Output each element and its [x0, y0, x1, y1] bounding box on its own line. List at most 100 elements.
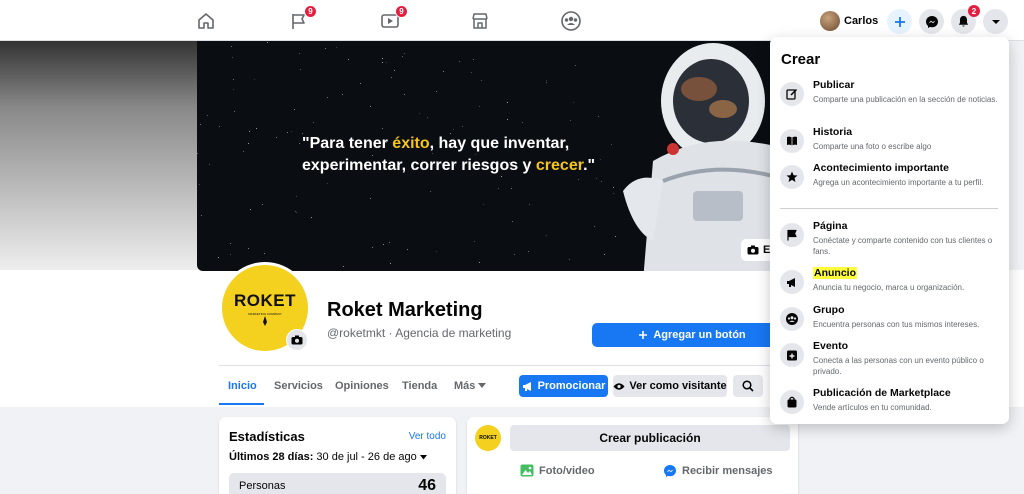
star-icon	[780, 165, 804, 189]
see-all-link[interactable]: Ver todo	[409, 431, 446, 442]
star	[312, 122, 314, 124]
account-menu-button[interactable]	[983, 9, 1008, 34]
cover-photo[interactable]: "Para tener éxito, hay que inventar, exp…	[197, 41, 803, 271]
active-tab-indicator	[219, 403, 264, 405]
star	[293, 109, 295, 111]
add-button-button[interactable]: Agregar un botón	[592, 323, 792, 347]
create-menu: Crear Publicar Comparte una publicación …	[770, 37, 1009, 424]
photo-video-button[interactable]: Foto/video	[520, 464, 595, 477]
star	[230, 254, 232, 256]
star	[300, 69, 302, 71]
star	[512, 220, 514, 222]
star	[369, 106, 371, 108]
star	[545, 79, 547, 81]
star	[249, 130, 251, 132]
star	[473, 58, 475, 60]
search-icon	[742, 380, 754, 392]
promote-button[interactable]: Promocionar	[519, 375, 608, 397]
marketplace-icon[interactable]	[467, 8, 493, 34]
tab-mas[interactable]: Más	[454, 380, 487, 392]
star	[276, 137, 278, 139]
bell-icon	[958, 15, 969, 27]
camera-icon	[291, 335, 303, 345]
groups-icon[interactable]	[558, 8, 584, 34]
search-page-button[interactable]	[733, 375, 763, 397]
star	[598, 115, 600, 117]
create-menu-title: Crear	[781, 51, 821, 68]
bag-icon	[780, 390, 804, 414]
page-title[interactable]: Roket Marketing	[327, 299, 483, 322]
messenger-icon	[925, 15, 938, 28]
star	[360, 83, 362, 85]
star	[570, 120, 572, 122]
star	[342, 265, 344, 267]
star	[391, 77, 393, 78]
watch-icon[interactable]: 9	[377, 5, 408, 34]
flag-badge: 9	[304, 5, 317, 18]
star	[197, 153, 199, 155]
star	[247, 247, 249, 249]
star	[326, 96, 328, 98]
update-profile-picture-button[interactable]	[286, 329, 308, 351]
star	[199, 123, 201, 125]
star	[573, 101, 575, 103]
star	[381, 127, 383, 129]
star	[545, 82, 547, 84]
plus-icon	[894, 16, 905, 27]
star	[372, 246, 374, 248]
create-post-button[interactable]: Crear publicación	[510, 425, 790, 451]
tab-inicio[interactable]: Inicio	[228, 380, 257, 392]
star	[198, 183, 200, 185]
get-messages-button[interactable]: Recibir mensajes	[663, 464, 773, 478]
star	[453, 129, 455, 131]
star	[233, 89, 235, 91]
star	[474, 241, 476, 242]
flag-icon	[780, 223, 804, 247]
profile-chip[interactable]: Carlos	[820, 9, 878, 33]
messenger-button[interactable]	[919, 9, 944, 34]
star	[299, 142, 301, 144]
caret-down-icon	[991, 19, 1000, 24]
avatar: ROKET	[475, 425, 501, 451]
notifications-button[interactable]: 2	[951, 5, 980, 34]
tab-servicios[interactable]: Servicios	[274, 380, 323, 392]
star	[335, 47, 337, 49]
tab-tienda[interactable]: Tienda	[402, 380, 437, 392]
divider	[219, 365, 792, 366]
star	[263, 252, 265, 254]
star	[287, 131, 289, 133]
star	[347, 58, 349, 60]
view-as-visitor-button[interactable]: Ver como visitante	[613, 375, 727, 397]
insights-card: Estadísticas Ver todo Últimos 28 días: 3…	[219, 417, 456, 494]
star	[341, 94, 343, 96]
date-range-selector[interactable]: Últimos 28 días: 30 de jul - 26 de ago	[229, 451, 427, 463]
star	[388, 241, 390, 243]
star	[254, 78, 256, 80]
star	[478, 261, 480, 263]
star	[471, 72, 473, 74]
star	[386, 61, 388, 63]
star	[461, 126, 463, 128]
tab-opiniones[interactable]: Opiniones	[335, 380, 389, 392]
star	[389, 263, 391, 265]
star	[436, 90, 438, 92]
caret-down-icon	[478, 383, 487, 388]
people-stat-row[interactable]: Personas 46	[229, 473, 446, 494]
star	[381, 58, 383, 60]
messenger-icon	[664, 465, 676, 477]
star	[404, 52, 406, 54]
star	[247, 143, 249, 145]
flag-icon[interactable]: 9	[286, 5, 317, 34]
star	[250, 208, 252, 210]
insights-title: Estadísticas	[229, 429, 305, 444]
star	[299, 52, 301, 54]
home-icon[interactable]	[193, 8, 219, 34]
star	[290, 130, 292, 132]
create-button[interactable]	[887, 9, 912, 34]
star	[231, 56, 233, 58]
page-handle: @roketmkt · Agencia de marketing	[327, 326, 512, 340]
star	[232, 78, 234, 80]
star	[545, 234, 547, 236]
star	[406, 249, 408, 251]
watch-badge: 9	[395, 5, 408, 18]
